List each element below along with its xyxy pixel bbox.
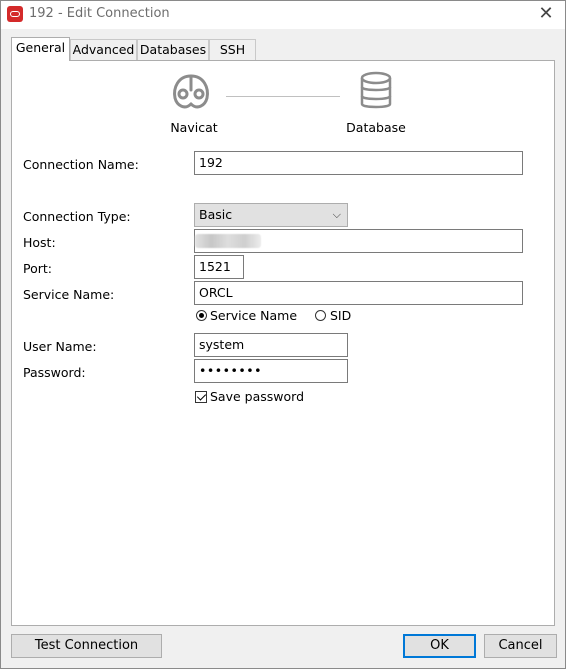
service-name-input[interactable]: ORCL — [194, 281, 523, 305]
radio-sid-label[interactable]: SID — [330, 308, 351, 323]
database-label: Database — [346, 120, 406, 135]
cancel-button[interactable]: Cancel — [484, 634, 557, 658]
password-label: Password: — [23, 365, 86, 380]
radio-service-name-label[interactable]: Service Name — [210, 308, 297, 323]
close-button[interactable]: ✕ — [533, 3, 559, 27]
connection-type-select[interactable]: Basic ⌵ — [194, 203, 348, 227]
port-input[interactable]: 1521 — [194, 255, 244, 279]
service-name-label: Service Name: — [23, 287, 115, 302]
oracle-app-icon — [7, 6, 23, 22]
ok-button[interactable]: OK — [403, 634, 476, 658]
connection-name-input[interactable]: 192 — [194, 151, 523, 175]
connection-line — [226, 96, 340, 97]
radio-service-name[interactable] — [196, 310, 207, 321]
password-input[interactable]: •••••••• — [194, 359, 348, 383]
tab-advanced[interactable]: Advanced — [70, 39, 137, 60]
connection-type-label: Connection Type: — [23, 209, 131, 224]
port-label: Port: — [23, 261, 52, 276]
navicat-icon — [173, 74, 209, 109]
user-name-label: User Name: — [23, 339, 97, 354]
database-icon — [360, 71, 392, 109]
save-password-checkbox[interactable] — [195, 391, 207, 403]
host-input[interactable] — [194, 229, 523, 253]
tab-ssh[interactable]: SSH — [209, 39, 256, 60]
navicat-label: Navicat — [170, 120, 218, 135]
user-name-input[interactable]: system — [194, 333, 348, 357]
window-title: 192 - Edit Connection — [29, 6, 170, 21]
edit-connection-dialog: 192 - Edit Connection ✕ General Advanced… — [0, 0, 566, 669]
redacted-host-value — [195, 234, 261, 248]
test-connection-button[interactable]: Test Connection — [11, 634, 162, 658]
tab-databases[interactable]: Databases — [137, 39, 209, 60]
connection-type-value: Basic — [199, 207, 233, 222]
title-bar: 192 - Edit Connection ✕ — [1, 1, 565, 29]
save-password-label[interactable]: Save password — [210, 389, 304, 404]
chevron-down-icon: ⌵ — [332, 208, 341, 221]
tab-general[interactable]: General — [11, 37, 70, 61]
host-label: Host: — [23, 235, 56, 250]
connection-name-label: Connection Name: — [23, 157, 139, 172]
radio-sid[interactable] — [315, 310, 326, 321]
general-panel: Navicat Database Connection Name: 192 Co… — [11, 60, 555, 626]
